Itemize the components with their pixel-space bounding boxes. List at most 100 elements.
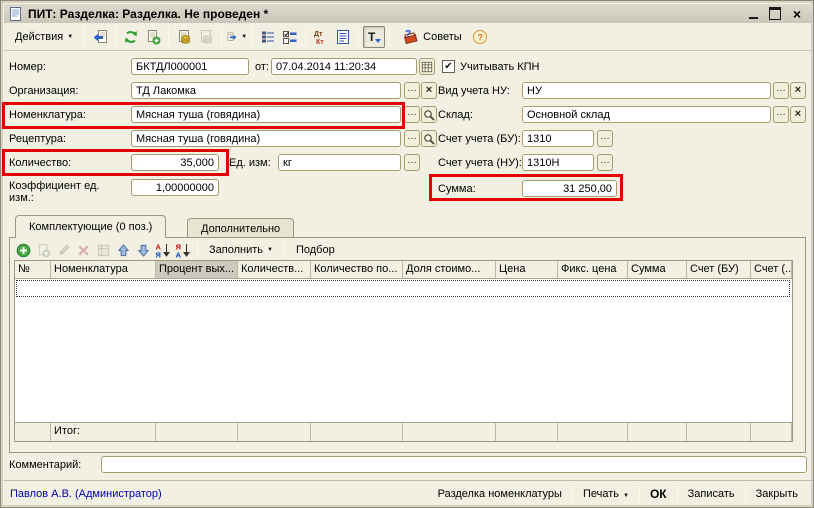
svg-text:Т: Т <box>368 30 376 44</box>
insert-row-indicator[interactable] <box>16 280 790 297</box>
total-cell-9 <box>687 423 751 441</box>
footer-separator <box>677 486 678 502</box>
footer-button-0[interactable]: Разделка номенклатуры <box>430 486 570 502</box>
coefficient-label: Коэффициент ед. изм.: <box>9 180 121 204</box>
column-header-3[interactable]: Количеств... <box>238 261 311 278</box>
unit-ellipsis-icon[interactable] <box>404 154 420 171</box>
quantity-field[interactable]: 35,000 <box>131 154 219 171</box>
move-up-icon[interactable] <box>113 241 133 259</box>
quantity-label: Количество: <box>9 157 71 169</box>
footer-bar: Павлов А.В. (Администратор) Разделка ном… <box>4 480 812 506</box>
nomenclature-magnifier-icon[interactable] <box>421 106 437 123</box>
coefficient-field[interactable]: 1,00000000 <box>131 179 219 196</box>
svg-text:?: ? <box>477 32 483 42</box>
delete-row-icon[interactable] <box>73 241 93 259</box>
maximize-icon[interactable] <box>769 8 781 20</box>
footer-button-4[interactable]: Закрыть <box>748 486 806 502</box>
move-down-icon[interactable] <box>133 241 153 259</box>
nomenclature-ellipsis-icon[interactable] <box>404 106 420 123</box>
nu-kind-clear-icon[interactable] <box>790 82 806 99</box>
recipe-magnifier-icon[interactable] <box>421 130 437 147</box>
column-header-4[interactable]: Количество по... <box>311 261 403 278</box>
sum-label: Сумма: <box>438 183 476 195</box>
tab-additional[interactable]: Дополнительно <box>187 218 294 238</box>
footer-button-2[interactable]: ОК <box>642 485 675 503</box>
checklist-icon[interactable] <box>279 26 301 48</box>
finish-edit-icon[interactable] <box>93 241 113 259</box>
number-field[interactable]: БКТДЛ000001 <box>131 58 249 75</box>
structure-icon[interactable] <box>257 26 279 48</box>
column-header-2[interactable]: Процент вых... <box>156 261 238 278</box>
organization-field[interactable]: ТД Лакомка <box>131 82 401 99</box>
components-panel: АЯ ЯА Заполнить Подбор №НоменклатураПроц… <box>9 237 806 453</box>
account-nu-ellipsis-icon[interactable] <box>597 154 613 171</box>
account-nu-field[interactable]: 1310Н <box>522 154 594 171</box>
unit-field[interactable]: кг <box>278 154 401 171</box>
column-header-6[interactable]: Цена <box>496 261 558 278</box>
recipe-label: Рецептура: <box>9 133 66 145</box>
footer-button-3[interactable]: Записать <box>680 486 743 502</box>
sort-asc-icon[interactable]: АЯ <box>153 241 173 259</box>
kpn-checkbox[interactable] <box>442 60 455 73</box>
user-link[interactable]: Павлов А.В. (Администратор) <box>10 488 162 500</box>
column-header-7[interactable]: Фикс. цена <box>558 261 628 278</box>
recipe-ellipsis-icon[interactable] <box>404 130 420 147</box>
edit-row-icon[interactable] <box>53 241 73 259</box>
warehouse-clear-icon[interactable] <box>790 106 806 123</box>
table-body[interactable] <box>15 279 792 422</box>
nu-kind-ellipsis-icon[interactable] <box>773 82 789 99</box>
footer-button-1[interactable]: Печать <box>575 486 637 502</box>
svg-text:Дт: Дт <box>314 31 323 38</box>
tips-button[interactable]: ? Советы <box>394 24 468 49</box>
sort-desc-icon[interactable]: ЯА <box>173 241 193 259</box>
warehouse-ellipsis-icon[interactable] <box>773 106 789 123</box>
add-row-icon[interactable] <box>13 241 33 259</box>
comment-field[interactable] <box>101 456 807 473</box>
goto-icon[interactable] <box>226 26 248 48</box>
column-header-9[interactable]: Счет (БУ) <box>687 261 751 278</box>
recipe-field[interactable]: Мясная туша (говядина) <box>131 130 401 147</box>
sum-field[interactable]: 31 250,00 <box>522 180 617 197</box>
tab-components[interactable]: Комплектующие (0 поз.) <box>15 215 166 238</box>
window-title: ПИТ: Разделка: Разделка. Не проведен * <box>28 7 268 21</box>
comment-label: Комментарий: <box>9 459 81 471</box>
column-header-10[interactable]: Счет (... <box>751 261 792 278</box>
text-tool-icon[interactable]: Т <box>363 26 385 48</box>
copy-row-icon[interactable] <box>33 241 53 259</box>
column-header-5[interactable]: Доля стоимо... <box>403 261 496 278</box>
column-header-1[interactable]: Номенклатура <box>51 261 156 278</box>
dtkt-icon[interactable]: ДтКт <box>310 26 332 48</box>
fill-menu-button[interactable]: Заполнить <box>202 240 280 260</box>
copy-icon[interactable] <box>142 26 164 48</box>
refresh-icon[interactable] <box>120 26 142 48</box>
toolbar-separator <box>358 28 359 46</box>
fill-label: Заполнить <box>209 244 263 256</box>
date-field[interactable]: 07.04.2014 11:20:34 <box>271 58 417 75</box>
warehouse-field[interactable]: Основной склад <box>522 106 771 123</box>
unpost-icon[interactable] <box>195 26 217 48</box>
calendar-icon[interactable] <box>419 58 435 75</box>
footer-separator <box>639 486 640 502</box>
actions-menu-button[interactable]: Действия <box>8 27 80 47</box>
toolbar-separator <box>389 28 390 46</box>
number-label: Номер: <box>9 61 46 73</box>
close-icon[interactable] <box>791 8 803 20</box>
pick-button[interactable]: Подбор <box>289 240 342 260</box>
reread-icon[interactable] <box>89 26 111 48</box>
report-icon[interactable] <box>332 26 354 48</box>
column-header-8[interactable]: Сумма <box>628 261 687 278</box>
help-icon[interactable]: ? <box>469 26 491 48</box>
account-bu-field[interactable]: 1310 <box>522 130 594 147</box>
organization-clear-icon[interactable] <box>421 82 437 99</box>
column-header-0[interactable]: № <box>15 261 51 278</box>
account-bu-ellipsis-icon[interactable] <box>597 130 613 147</box>
nu-kind-field[interactable]: НУ <box>522 82 771 99</box>
organization-ellipsis-icon[interactable] <box>404 82 420 99</box>
toolbar-separator <box>84 28 85 46</box>
total-cell-6 <box>496 423 558 441</box>
footer-separator <box>745 486 746 502</box>
minimize-icon[interactable] <box>747 8 759 20</box>
nomenclature-field[interactable]: Мясная туша (говядина) <box>131 106 401 123</box>
total-cell-4 <box>311 423 403 441</box>
post-icon[interactable] <box>173 26 195 48</box>
